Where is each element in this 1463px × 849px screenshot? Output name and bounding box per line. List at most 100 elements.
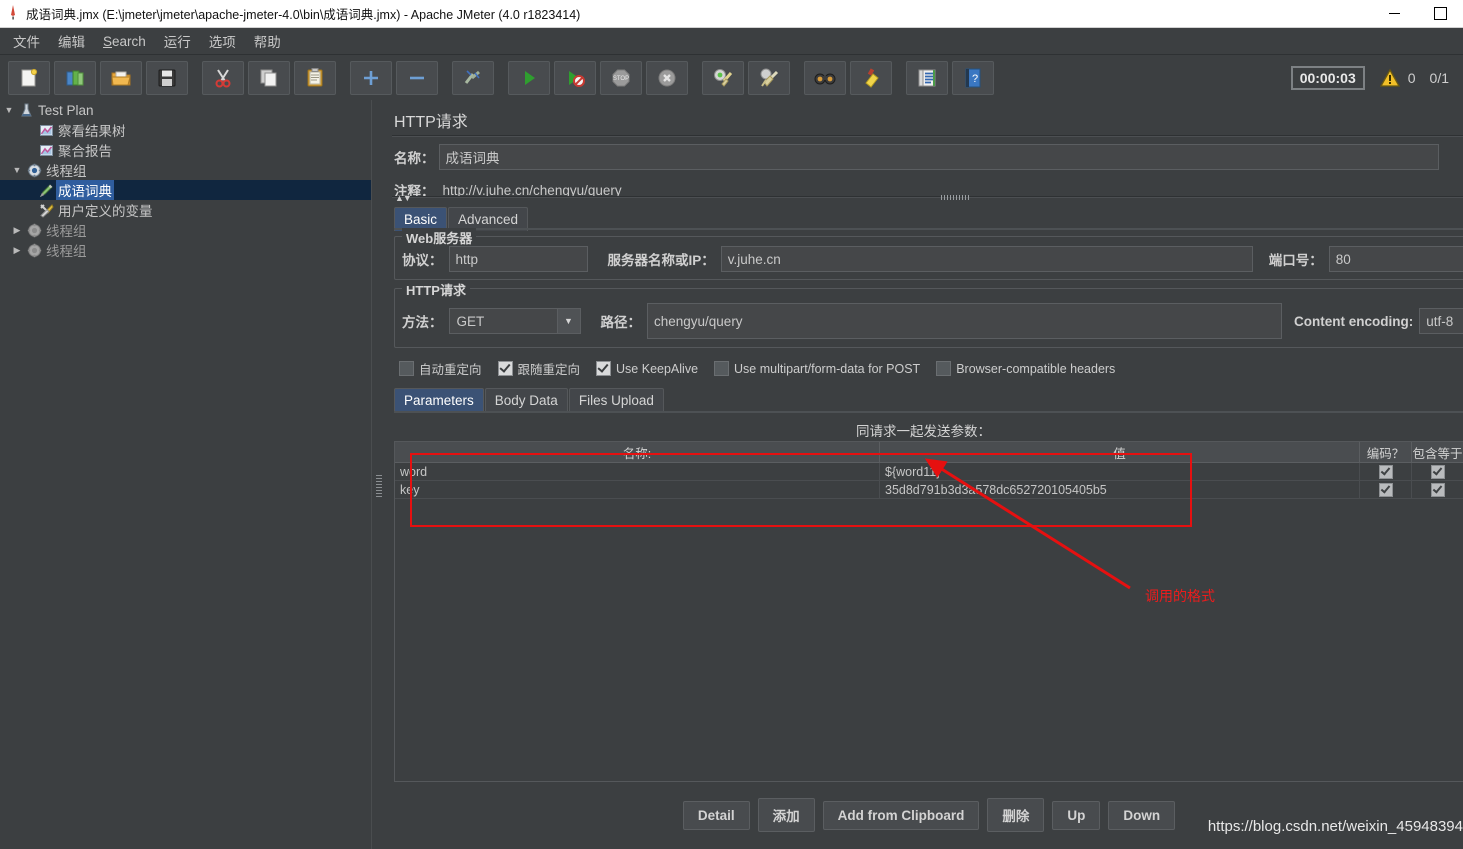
comment-input[interactable]: http://v.juhe.cn/chengyu/query <box>437 177 1437 203</box>
elapsed-timer: 00:00:03 <box>1290 65 1365 90</box>
menu-options[interactable]: 选项 <box>200 28 245 54</box>
svg-text:STOP: STOP <box>613 76 629 82</box>
paste-icon[interactable] <box>294 60 336 95</box>
cut-icon[interactable] <box>202 60 244 95</box>
tree-item-view-results-tree[interactable]: 察看结果树 <box>0 120 371 140</box>
checkbox-label: Use KeepAlive <box>616 361 699 376</box>
reset-search-icon[interactable] <box>850 60 892 95</box>
tree-item-chengyu-cidian[interactable]: 成语词典 <box>0 180 371 200</box>
column-header-include-equals[interactable]: 包含等于 <box>1412 442 1463 462</box>
cell-value[interactable]: ${word11} <box>880 463 1360 480</box>
protocol-label: 协议： <box>402 253 443 268</box>
tab-parameters[interactable]: Parameters <box>394 388 484 412</box>
add-button[interactable]: 添加 <box>757 798 815 832</box>
chevron-down-icon[interactable]: ▼ <box>10 165 24 175</box>
up-button[interactable]: Up <box>1052 800 1101 830</box>
chevron-down-icon[interactable]: ▼ <box>556 309 580 333</box>
search-icon[interactable] <box>804 60 846 95</box>
new-icon[interactable] <box>8 60 50 95</box>
help-icon[interactable]: ? <box>952 60 994 95</box>
checkbox-box[interactable] <box>596 361 612 376</box>
chevron-right-icon[interactable]: ▶ <box>10 245 24 256</box>
tree-item-user-defined-variables[interactable]: 用户定义的变量 <box>0 200 371 220</box>
minimize-button[interactable] <box>1371 0 1417 27</box>
jmeter-window: 成语词典.jmx (E:\jmeter\jmeter\apache-jmeter… <box>0 0 1463 849</box>
toggle-icon[interactable] <box>452 60 494 95</box>
stop-icon[interactable]: STOP <box>600 60 642 95</box>
cell-include-equals[interactable] <box>1412 481 1463 498</box>
detail-button[interactable]: Detail <box>682 800 750 830</box>
tab-files-upload[interactable]: Files Upload <box>568 388 664 412</box>
maximize-button[interactable] <box>1417 0 1463 27</box>
content-encoding-input[interactable]: utf-8 <box>1419 308 1463 334</box>
checkbox-box[interactable] <box>1378 482 1393 497</box>
protocol-value: http <box>455 251 479 267</box>
function-helper-icon[interactable] <box>906 60 948 95</box>
name-input[interactable]: 成语词典 <box>438 144 1439 170</box>
checkbox-box[interactable] <box>936 361 952 376</box>
tab-body-data[interactable]: Body Data <box>484 388 568 412</box>
chevron-down-icon[interactable]: ▼ <box>2 105 16 115</box>
protocol-input[interactable]: http <box>448 246 588 272</box>
shutdown-icon[interactable] <box>646 60 688 95</box>
tree-item-test-plan[interactable]: ▼ Test Plan <box>0 100 371 120</box>
menu-edit[interactable]: 编辑 <box>49 28 94 54</box>
content-encoding-label: Content encoding: <box>1294 313 1414 329</box>
start-icon[interactable] <box>508 60 550 95</box>
checkbox-use-multipart[interactable]: Use multipart/form-data for POST <box>714 361 920 376</box>
panel-splitter[interactable] <box>371 100 387 849</box>
collapse-all-icon[interactable] <box>396 60 438 95</box>
expand-all-icon[interactable] <box>350 60 392 95</box>
cell-encode[interactable] <box>1360 481 1412 498</box>
copy-icon[interactable] <box>248 60 290 95</box>
checkbox-box[interactable] <box>1430 482 1445 497</box>
menu-file[interactable]: 文件 <box>4 28 49 54</box>
collapse-expand-arrows[interactable]: ▲▼ <box>395 193 412 203</box>
chevron-right-icon[interactable]: ▶ <box>10 225 24 236</box>
open-icon[interactable] <box>100 60 142 95</box>
tree-item-thread-group-3[interactable]: ▶ 线程组 <box>0 240 371 260</box>
parameters-table[interactable]: 名称: 值 编码？ 包含等于 word ${word11} key 35d8d7… <box>394 441 1463 782</box>
server-input[interactable]: v.juhe.cn <box>720 246 1253 272</box>
tree-item-aggregate-report[interactable]: 聚合报告 <box>0 140 371 160</box>
menu-help[interactable]: 帮助 <box>245 28 290 54</box>
warning-indicator[interactable]: 0 <box>1379 68 1416 88</box>
checkbox-box[interactable] <box>1430 464 1445 479</box>
start-no-timers-icon[interactable] <box>554 60 596 95</box>
horizontal-split-grip[interactable] <box>941 195 969 200</box>
clear-all-icon[interactable] <box>748 60 790 95</box>
column-header-encode[interactable]: 编码？ <box>1360 442 1412 462</box>
method-select[interactable]: GET ▼ <box>448 308 581 334</box>
column-header-value[interactable]: 值 <box>880 442 1360 462</box>
checkbox-box[interactable] <box>714 361 730 376</box>
tree-item-thread-group-1[interactable]: ▼ 线程组 <box>0 160 371 180</box>
path-input[interactable]: chengyu/query <box>647 303 1282 339</box>
templates-icon[interactable] <box>54 60 96 95</box>
table-row[interactable]: key 35d8d791b3d3a578dc652720105405b5 <box>395 481 1463 499</box>
clear-icon[interactable] <box>702 60 744 95</box>
test-plan-tree[interactable]: ▼ Test Plan 察看结果树 聚合报告 ▼ 线程组 成语词典 用户定义的变… <box>0 100 372 849</box>
down-button[interactable]: Down <box>1108 800 1176 830</box>
delete-button[interactable]: 删除 <box>987 798 1045 832</box>
cell-value[interactable]: 35d8d791b3d3a578dc652720105405b5 <box>880 481 1360 498</box>
checkbox-box[interactable] <box>497 361 513 376</box>
checkbox-use-keepalive[interactable]: Use KeepAlive <box>596 361 698 376</box>
menu-run[interactable]: 运行 <box>155 28 200 54</box>
cell-include-equals[interactable] <box>1412 463 1463 480</box>
tree-item-thread-group-2[interactable]: ▶ 线程组 <box>0 220 371 240</box>
cell-encode[interactable] <box>1360 463 1412 480</box>
checkbox-box[interactable] <box>399 361 414 376</box>
checkbox-box[interactable] <box>1378 464 1393 479</box>
column-header-name[interactable]: 名称: <box>395 442 880 462</box>
add-from-clipboard-button[interactable]: Add from Clipboard <box>822 800 980 830</box>
checkbox-auto-redirect[interactable]: 自动重定向 <box>399 359 482 378</box>
checkbox-follow-redirect[interactable]: 跟随重定向 <box>497 359 580 378</box>
splitter-grip[interactable] <box>376 475 382 497</box>
save-icon[interactable] <box>146 60 188 95</box>
cell-name[interactable]: word <box>395 463 880 480</box>
menu-search[interactable]: Search <box>94 31 155 52</box>
checkbox-browser-compatible-headers[interactable]: Browser-compatible headers <box>936 361 1115 376</box>
cell-name[interactable]: key <box>395 481 880 498</box>
port-input[interactable]: 80 <box>1328 246 1463 272</box>
table-row[interactable]: word ${word11} <box>395 463 1463 481</box>
